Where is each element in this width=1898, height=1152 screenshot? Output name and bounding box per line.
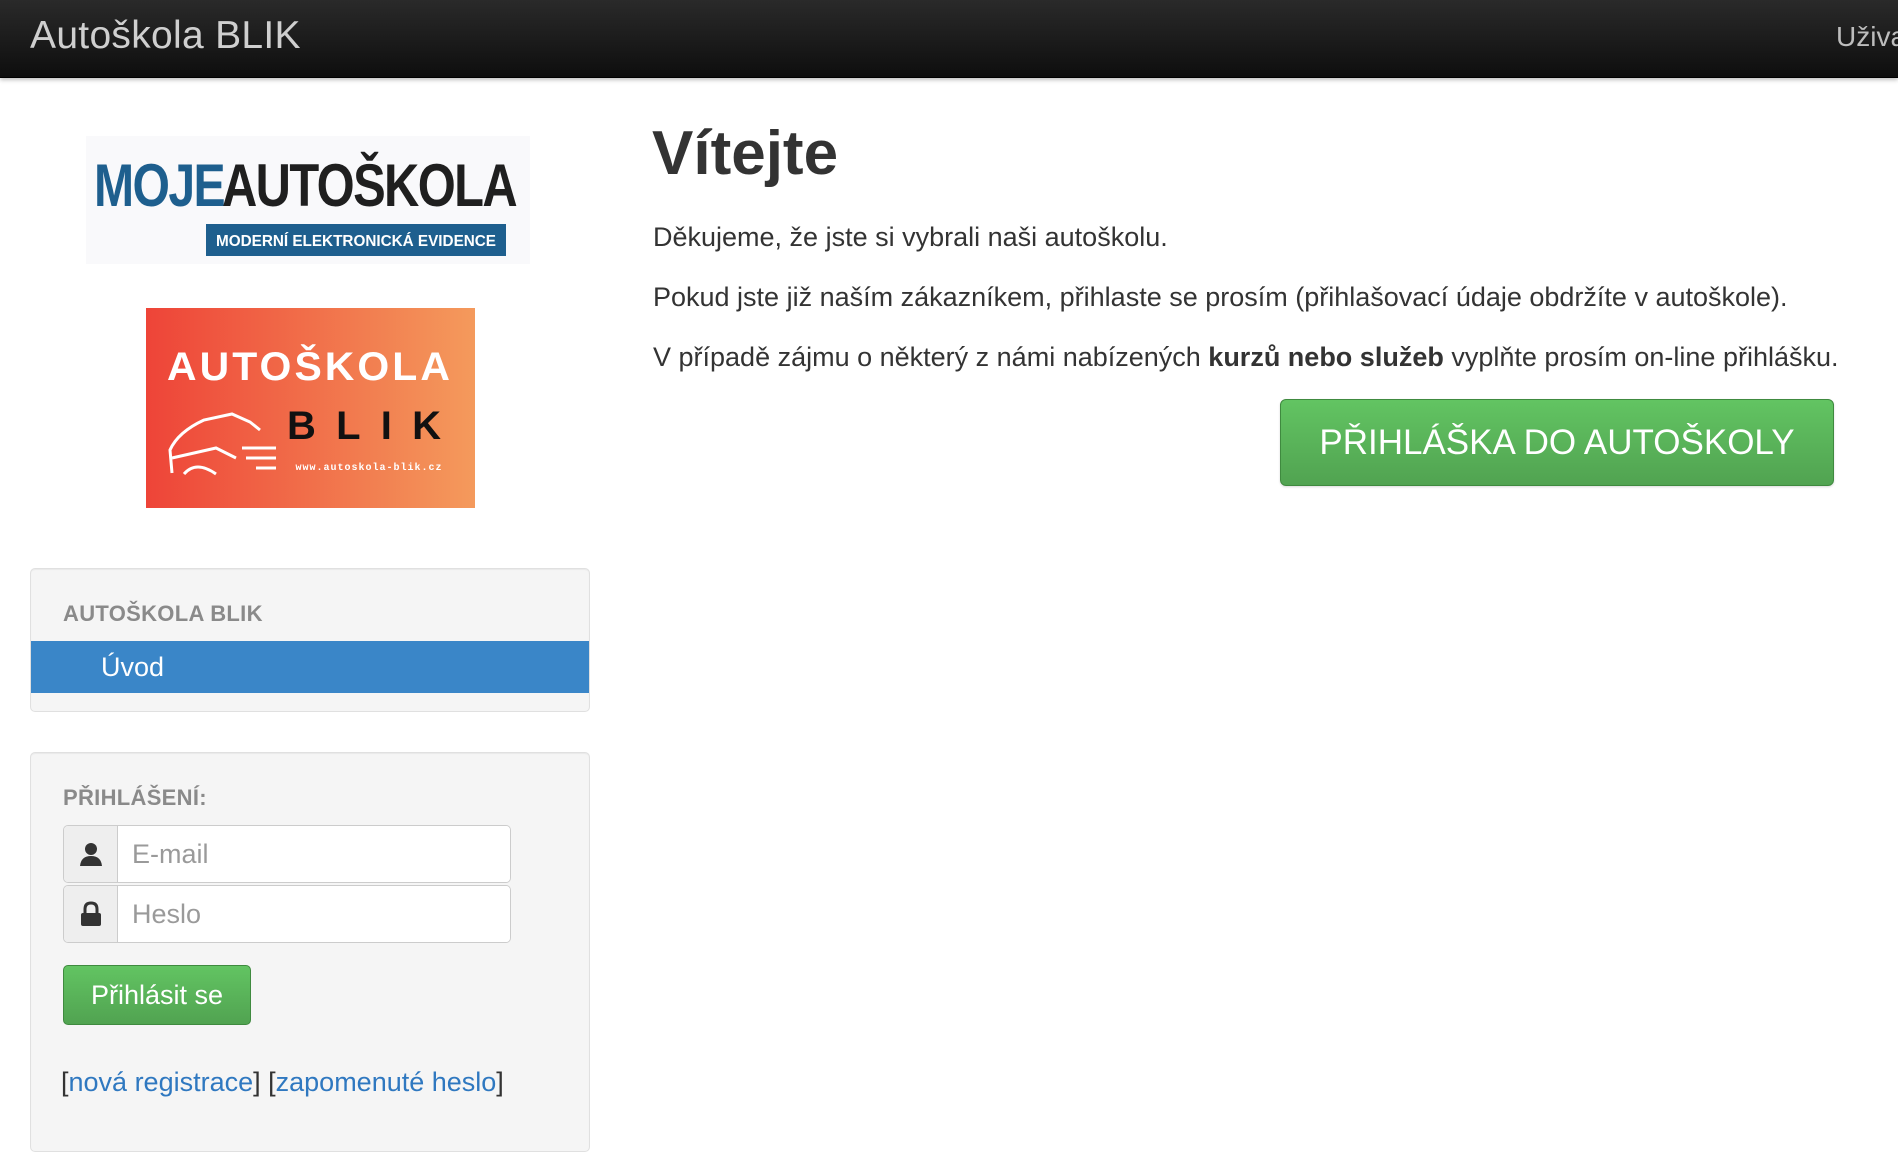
password-input-group: [63, 885, 511, 943]
bracket-open: [: [61, 1067, 69, 1097]
login-header: PŘIHLÁŠENÍ:: [63, 785, 207, 810]
register-link[interactable]: nová registrace: [69, 1067, 254, 1097]
application-info-paragraph: V případě zájmu o některý z námi nabízen…: [653, 342, 1839, 373]
login-button[interactable]: Přihlásit se: [63, 965, 251, 1025]
p3-after: vyplňte prosím on-line přihlášku.: [1443, 342, 1839, 372]
tagline-text: MODERNÍ ELEKTRONICKÁ EVIDENCE: [216, 231, 496, 250]
forgot-password-link[interactable]: zapomenuté heslo: [276, 1067, 497, 1097]
email-input-group: [63, 825, 511, 883]
sidebar-nav-panel: AUTOŠKOLA BLIK Úvod: [30, 568, 590, 712]
moje-autoskola-logo: MOJE AUTOŠKOLA MODERNÍ ELEKTRONICKÁ EVID…: [86, 136, 530, 264]
password-field[interactable]: [118, 886, 510, 942]
moje-text: MOJE: [94, 152, 224, 219]
login-panel: PŘIHLÁŠENÍ: Přihlásit se [nová registrac…: [30, 752, 590, 1152]
blik-subtitle: BLIK: [287, 404, 455, 448]
email-field[interactable]: [118, 826, 510, 882]
page-title: Vítejte: [652, 119, 839, 188]
nav-header: AUTOŠKOLA BLIK: [63, 601, 263, 626]
application-button[interactable]: PŘIHLÁŠKA DO AUTOŠKOLY: [1280, 399, 1834, 486]
p3-before: V případě zájmu o některý z námi nabízen…: [653, 342, 1209, 372]
bracket-separator: ] [: [253, 1067, 276, 1097]
top-navbar: Autoškola BLIK Uživa: [0, 0, 1898, 78]
sidebar-item-uvod[interactable]: Úvod: [31, 641, 589, 693]
bracket-close: ]: [496, 1067, 504, 1097]
autoskola-blik-logo: AUTOŠKOLA BLIK www.autoskola-blik.cz: [146, 308, 475, 508]
login-links: [nová registrace] [zapomenuté heslo]: [61, 1067, 504, 1098]
navbar-brand[interactable]: Autoškola BLIK: [30, 14, 301, 58]
autoskola-text: AUTOŠKOLA: [222, 152, 517, 219]
login-info-paragraph: Pokud jste již naším zákazníkem, přihlas…: [653, 282, 1788, 312]
lock-icon: [64, 886, 118, 942]
intro-paragraph: Děkujeme, že jste si vybrali naši autošk…: [653, 222, 1168, 252]
blik-title: AUTOŠKOLA: [167, 343, 453, 389]
blik-url: www.autoskola-blik.cz: [295, 462, 442, 474]
user-menu[interactable]: Uživa: [1836, 21, 1898, 53]
p3-bold: kurzů nebo služeb: [1208, 342, 1444, 372]
user-icon: [64, 826, 118, 882]
